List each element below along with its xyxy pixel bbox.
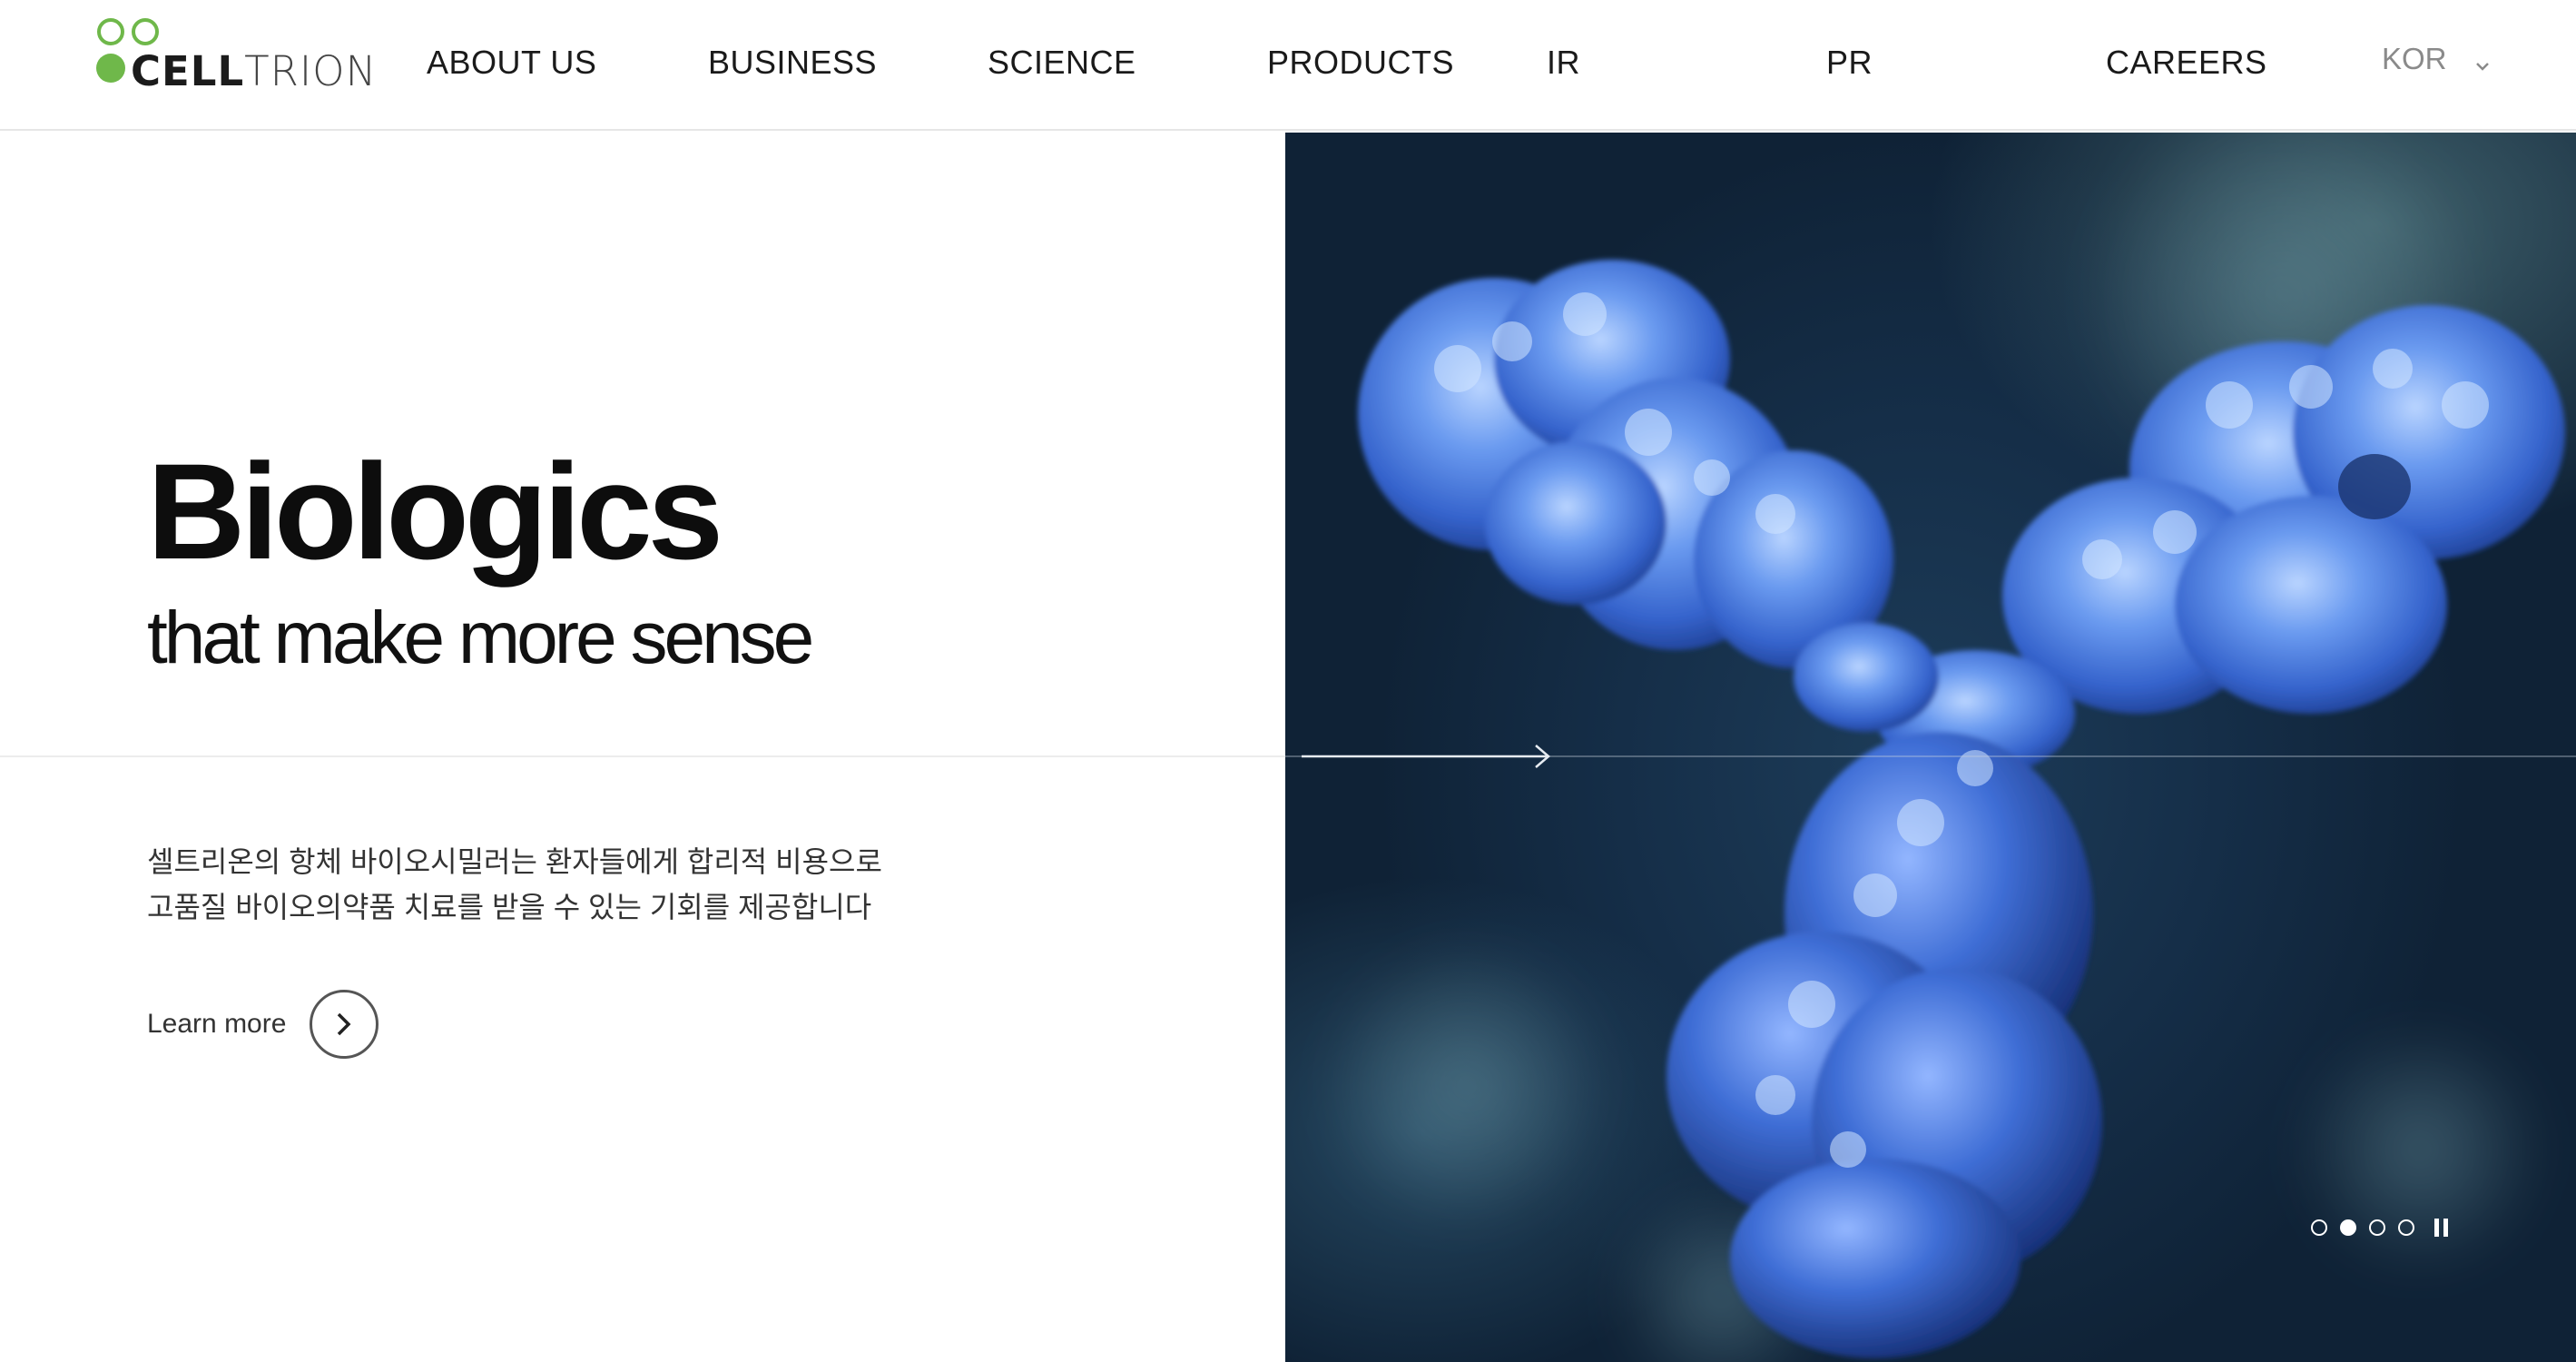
chevron-down-icon: [2475, 44, 2490, 78]
learn-more-button[interactable]: [310, 990, 379, 1059]
language-label: KOR: [2382, 42, 2447, 75]
section-divider: [0, 755, 1285, 757]
arrow-right-icon: [1302, 745, 1550, 768]
nav-pr[interactable]: PR: [1826, 44, 1873, 82]
hero-description: 셀트리온의 항체 바이오시밀러는 환자들에게 합리적 비용으로 고품질 바이오의…: [147, 839, 964, 930]
hero-image-antibody: [1285, 133, 2576, 1362]
chevron-right-icon: [338, 1012, 351, 1036]
slider-dot-3[interactable]: [2369, 1219, 2385, 1236]
language-selector[interactable]: KOR: [2382, 42, 2490, 78]
learn-more-link[interactable]: Learn more: [147, 988, 379, 1061]
hero-description-line: 고품질 바이오의약품 치료를 받을 수 있는 기회를 제공합니다: [147, 891, 872, 923]
nav-products[interactable]: PRODUCTS: [1267, 44, 1454, 82]
nav-careers[interactable]: CAREERS: [2106, 44, 2267, 82]
pause-icon[interactable]: [2434, 1219, 2448, 1237]
hero-description-line: 셀트리온의 항체 바이오시밀러는 환자들에게 합리적 비용으로: [147, 845, 882, 878]
logo-wordmark: CELLTRION: [131, 47, 378, 95]
slider-dot-4[interactable]: [2398, 1219, 2414, 1236]
celltrion-logo[interactable]: CELLTRION: [94, 16, 376, 95]
hero-subtitle: that make more sense: [147, 597, 814, 679]
slider-dot-2[interactable]: [2340, 1219, 2356, 1236]
nav-ir[interactable]: IR: [1547, 44, 1580, 82]
site-header: CELLTRION ABOUT US BUSINESS SCIENCE PROD…: [0, 0, 2576, 131]
nav-about-us[interactable]: ABOUT US: [427, 44, 596, 82]
slider-dot-1[interactable]: [2311, 1219, 2327, 1236]
learn-more-label: Learn more: [147, 1009, 287, 1039]
nav-business[interactable]: BUSINESS: [708, 44, 877, 82]
slider-controls: [2311, 1219, 2448, 1237]
nav-science[interactable]: SCIENCE: [988, 44, 1136, 82]
hero-title: Biologics: [147, 435, 723, 587]
